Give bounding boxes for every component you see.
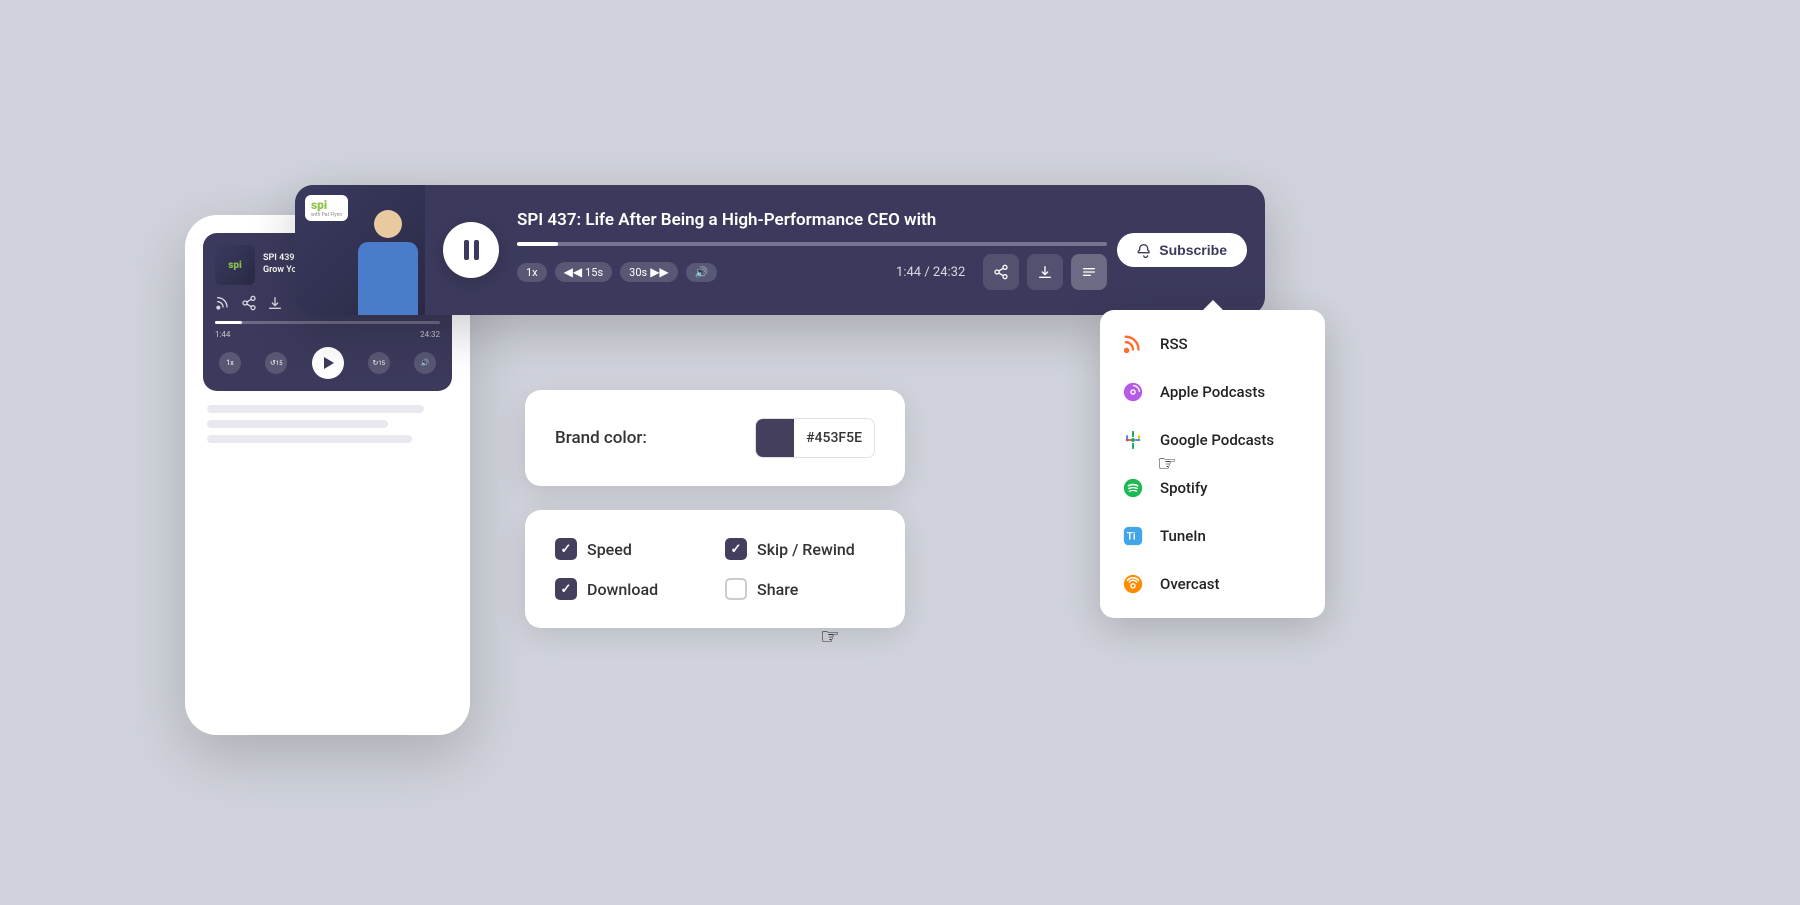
rewind-control[interactable]: ◀◀ 15s: [555, 262, 613, 282]
pause-icon: [464, 240, 479, 260]
player-controls-row: 1x ◀◀ 15s 30s ▶▶ 🔊 1:44 / 24:32: [517, 254, 1107, 290]
checkbox-speed-box[interactable]: ✓: [555, 538, 577, 560]
rss-label: RSS: [1160, 335, 1188, 353]
color-hex-value: #453F5E: [794, 419, 874, 457]
overcast-icon: [1120, 571, 1146, 597]
apple-podcasts-label: Apple Podcasts: [1160, 383, 1265, 401]
checkboxes-card: ✓ Speed ✓ Skip / Rewind ✓ Download: [525, 510, 905, 628]
dropdown-item-apple[interactable]: Apple Podcasts: [1100, 368, 1325, 416]
dropdown-item-google[interactable]: Google Podcasts: [1100, 416, 1325, 464]
spotify-icon: [1120, 475, 1146, 501]
dropdown-item-overcast[interactable]: Overcast: [1100, 560, 1325, 608]
share-button[interactable]: [983, 254, 1019, 290]
phone-line-1: [207, 405, 424, 413]
dropdown-item-tunein[interactable]: Ti TuneIn: [1100, 512, 1325, 560]
phone-volume-button[interactable]: 🔊: [414, 352, 436, 374]
phone-rewind-button[interactable]: ↺15: [265, 352, 287, 374]
checkbox-skip-label: Skip / Rewind: [757, 540, 855, 559]
phone-current-time: 1:44: [215, 330, 230, 339]
checkbox-share-box[interactable]: [725, 578, 747, 600]
checkbox-speed-label: Speed: [587, 540, 632, 559]
svg-text:Ti: Ti: [1127, 532, 1136, 543]
phone-share-icon: [241, 295, 257, 311]
checkbox-download-box[interactable]: ✓: [555, 578, 577, 600]
phone-controls: 1x ↺15 ↻15 🔊: [215, 347, 440, 379]
dropdown-item-rss[interactable]: RSS: [1100, 320, 1325, 368]
host-photo: [350, 200, 425, 315]
checkbox-download: ✓ Download: [555, 578, 705, 600]
phone-line-3: [207, 435, 412, 443]
subscribe-icon: [1137, 242, 1153, 258]
phone-progress-bar[interactable]: [215, 321, 440, 324]
subscribe-button[interactable]: Subscribe: [1117, 233, 1247, 267]
checkbox-speed: ✓ Speed: [555, 538, 705, 560]
tunein-label: TuneIn: [1160, 527, 1206, 545]
spi-logo-text: spi: [311, 198, 342, 212]
phone-text-lines: [203, 405, 452, 443]
cursor-share: ☞: [820, 625, 840, 650]
scene: spi SPI 439: The #1 Most Underrated Way …: [0, 0, 1800, 905]
host-body: [358, 242, 418, 315]
main-episode-title: SPI 437: Life After Being a High-Perform…: [517, 210, 1107, 230]
speed-control[interactable]: 1x: [517, 263, 547, 282]
phone-time-row: 1:44 24:32: [215, 330, 440, 339]
google-podcasts-label: Google Podcasts: [1160, 431, 1274, 449]
host-head: [374, 210, 402, 238]
checkbox-share-label: Share: [757, 580, 798, 599]
volume-control[interactable]: 🔊: [686, 263, 718, 282]
main-play-pause-button[interactable]: [443, 222, 499, 278]
phone-forward-button[interactable]: ↻15: [368, 352, 390, 374]
spotify-label: Spotify: [1160, 479, 1207, 497]
phone-progress-fill: [215, 321, 242, 324]
phone-total-time: 24:32: [420, 330, 440, 339]
color-swatch[interactable]: [756, 419, 794, 457]
google-podcasts-icon: [1120, 427, 1146, 453]
forward-control[interactable]: 30s ▶▶: [620, 262, 678, 282]
main-album-art: spi with Pat Flynn: [295, 185, 425, 315]
phone-play-button[interactable]: [312, 347, 344, 379]
main-progress-fill: [517, 242, 558, 246]
main-player: spi with Pat Flynn SPI 437: Life After B…: [295, 185, 1265, 315]
phone-download-icon: [267, 295, 283, 311]
apple-podcasts-icon: [1120, 379, 1146, 405]
main-progress-bar[interactable]: [517, 242, 1107, 246]
phone-rss-icon: [215, 295, 231, 311]
checkbox-skip-rewind: ✓ Skip / Rewind: [725, 538, 875, 560]
player-action-icons: [983, 254, 1107, 290]
overcast-label: Overcast: [1160, 575, 1220, 593]
phone-play-icon: [324, 357, 334, 369]
download-button[interactable]: [1027, 254, 1063, 290]
checkbox-grid: ✓ Speed ✓ Skip / Rewind ✓ Download: [555, 538, 875, 600]
phone-speed-button[interactable]: 1x: [219, 352, 241, 374]
dropdown-menu: RSS Apple Podcasts: [1100, 310, 1325, 618]
checkbox-share: Share: [725, 578, 875, 600]
progress-container: [517, 242, 1107, 246]
dropdown-item-spotify[interactable]: Spotify: [1100, 464, 1325, 512]
dropdown-arrow: [1203, 300, 1223, 310]
brand-color-label: Brand color:: [555, 428, 735, 448]
rss-icon: [1120, 331, 1146, 357]
playlist-button[interactable]: [1071, 254, 1107, 290]
tunein-icon: Ti: [1120, 523, 1146, 549]
checkbox-skip-box[interactable]: ✓: [725, 538, 747, 560]
brand-color-card: Brand color: #453F5E: [525, 390, 905, 486]
checkbox-download-label: Download: [587, 580, 658, 599]
phone-line-2: [207, 420, 388, 428]
color-swatch-container[interactable]: #453F5E: [755, 418, 875, 458]
main-player-content: SPI 437: Life After Being a High-Perform…: [517, 210, 1117, 290]
spi-logo-sub: with Pat Flynn: [311, 212, 342, 218]
player-time: 1:44 / 24:32: [896, 265, 965, 280]
phone-album-art: spi: [215, 245, 255, 285]
